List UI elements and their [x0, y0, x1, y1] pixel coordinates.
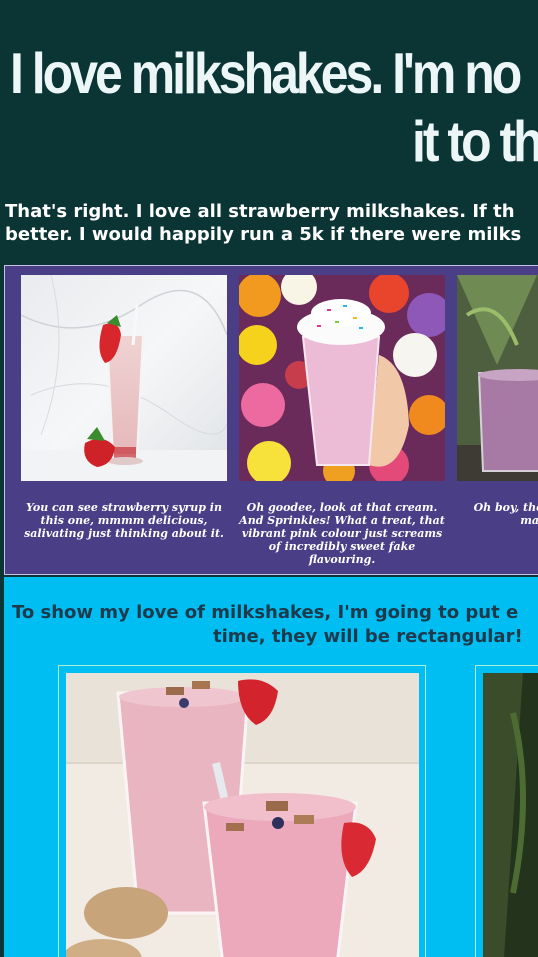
section-heading-line-1: To show my love of milkshakes, I'm going… — [12, 602, 519, 623]
intro-line-1: That's right. I love all strawberry milk… — [5, 201, 515, 222]
milkshake-card-2 — [475, 665, 538, 957]
rectangular-section: To show my love of milkshakes, I'm going… — [4, 577, 538, 957]
gallery-caption-3: Oh boy, thos strawberry was made wi how — [473, 501, 538, 527]
intro-paragraph: That's right. I love all strawberry milk… — [5, 200, 538, 246]
intro-line-2: better. I would happily run a 5k if ther… — [5, 224, 522, 245]
milkshake-card-1-image — [66, 673, 419, 957]
milkshake-card-1 — [58, 665, 426, 957]
page-title-line-1: I love milkshakes. I'm no — [10, 41, 522, 106]
page-header: I love milkshakes. I'm no it to th — [0, 0, 538, 190]
page-title-line-2: it to th — [412, 109, 538, 174]
section-heading-line-2: time, they will be rectangular! — [213, 626, 523, 647]
gallery-image-2 — [239, 275, 445, 481]
milkshake-card-2-image — [483, 673, 538, 957]
page: I love milkshakes. I'm no it to th That'… — [0, 0, 538, 957]
milkshake-gallery: You can see strawberry syrup in this one… — [4, 265, 538, 575]
gallery-image-3 — [457, 275, 538, 481]
gallery-caption-2: Oh goodee, look at that cream. And Sprin… — [239, 501, 445, 566]
gallery-image-1 — [21, 275, 227, 481]
section-heading: To show my love of milkshakes, I'm going… — [12, 601, 538, 649]
gallery-caption-1: You can see strawberry syrup in this one… — [24, 501, 224, 540]
